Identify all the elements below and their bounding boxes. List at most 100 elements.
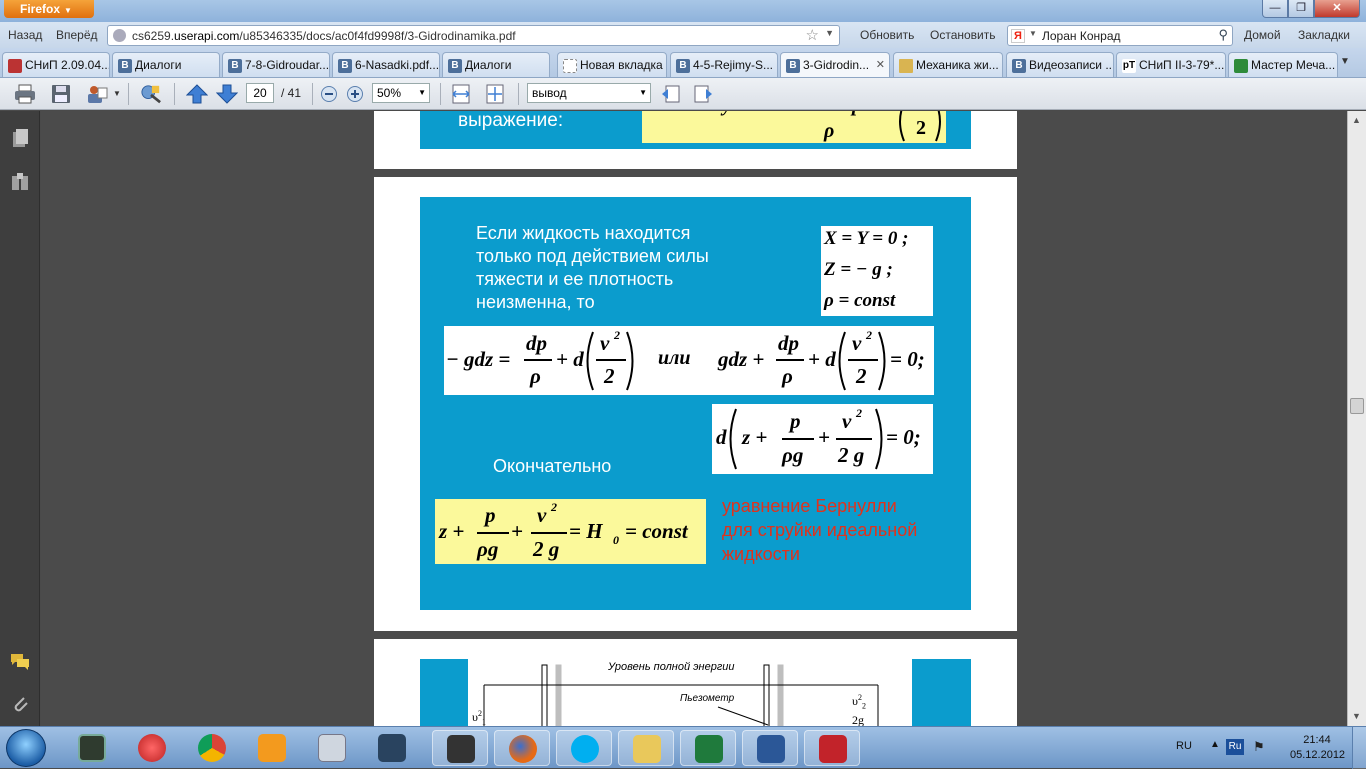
frac-dp: dp [526, 331, 547, 355]
toolbar-separator [128, 83, 129, 105]
tab-label: Диалоги [135, 58, 182, 72]
pdf-page-20: Если жидкость находится только под дейст… [374, 177, 1017, 631]
search-input[interactable]: Лоран Конрад [1042, 29, 1121, 43]
url-bar[interactable]: cs6259.userapi.com/u85346335/docs/ac0f4f… [107, 25, 840, 46]
snip-icon [8, 59, 22, 73]
superscript: 2 [856, 406, 862, 420]
home-button[interactable]: Домой [1244, 28, 1281, 42]
show-desktop-button[interactable] [1352, 727, 1366, 769]
next-page-icon[interactable] [216, 84, 238, 104]
zoom-select[interactable]: 50% ▼ [372, 83, 430, 103]
intro-line: Если жидкость находится [476, 223, 691, 243]
reload-button[interactable]: Обновить [860, 28, 914, 42]
autocad-icon [819, 735, 847, 763]
taskbar-app-skype[interactable] [556, 730, 612, 766]
find-next-icon[interactable] [692, 84, 714, 104]
svg-text:2: 2 [916, 117, 926, 139]
tab-label: 4-5-Rejimy-S... [693, 58, 774, 72]
scroll-down-icon[interactable]: ▼ [1352, 711, 1361, 721]
tab-new[interactable]: Новая вкладка [557, 52, 667, 77]
share-icon[interactable] [86, 84, 108, 104]
back-button[interactable]: Назад [8, 28, 42, 42]
tab-dialogs-1[interactable]: В Диалоги [112, 52, 220, 77]
zoom-out-icon[interactable] [320, 84, 338, 104]
scroll-up-icon[interactable]: ▲ [1352, 115, 1361, 125]
start-button[interactable] [6, 729, 46, 767]
attachments-icon[interactable] [9, 693, 31, 715]
condition-rho: ρ = const [824, 290, 896, 311]
previous-page-icon[interactable] [186, 84, 208, 104]
tab-rejimy[interactable]: В 4-5-Rejimy-S... [670, 52, 778, 77]
share-dropdown-icon[interactable]: ▼ [113, 89, 121, 98]
url-dropdown-icon[interactable]: ▼ [825, 28, 834, 38]
tab-gidroudar[interactable]: В 7-8-Gidroudar... [222, 52, 330, 77]
search-box[interactable]: Я ▼ Лоран Конрад ⚲ [1007, 25, 1233, 46]
close-button[interactable]: ✕ [1314, 0, 1360, 18]
diagram-title: Уровень полной энергии [608, 661, 735, 673]
maximize-button[interactable]: ❐ [1288, 0, 1314, 18]
page-number-input[interactable]: 20 [246, 83, 274, 103]
fit-page-icon[interactable] [484, 84, 506, 104]
tab-nasadki[interactable]: В 6-Nasadki.pdf... [332, 52, 440, 77]
search-icon[interactable]: ⚲ [1218, 27, 1228, 43]
equals-zero: = 0; [890, 347, 925, 371]
taskbar-app-autocad[interactable] [804, 730, 860, 766]
scrollbar-thumb[interactable] [1350, 398, 1364, 414]
vk-icon: В [1012, 59, 1026, 73]
zoom-in-icon[interactable] [346, 84, 364, 104]
find-previous-icon[interactable] [660, 84, 682, 104]
tab-snip-ii-3-79[interactable]: рТ СНиП II-3-79*... [1116, 52, 1226, 77]
taskbar-app-firefox[interactable] [494, 730, 550, 766]
taskbar-app-explorer[interactable] [618, 730, 674, 766]
tab-dialogs-2[interactable]: В Диалоги [442, 52, 550, 77]
list-all-tabs-icon[interactable]: ▼ [1340, 56, 1350, 67]
taskbar-app-chrome[interactable] [184, 730, 240, 766]
search-engine-dropdown-icon[interactable]: ▼ [1029, 29, 1037, 38]
stop-button[interactable]: Остановить [930, 28, 996, 42]
input-method-indicator[interactable]: Ru [1226, 739, 1244, 755]
fit-width-icon[interactable] [450, 84, 472, 104]
taskbar-app-excel[interactable] [680, 730, 736, 766]
pdf-document-area[interactable]: выражение: Xdx + Ydy + Zdz ρ dp + d 2 Ес… [41, 111, 1347, 726]
firefox-menu-button[interactable]: Firefox ▼ [4, 0, 94, 18]
taskbar-app-word[interactable] [742, 730, 798, 766]
tab-gidrodinamika[interactable]: В 3-Gidrodin... ✕ [780, 52, 890, 77]
tab-sword-master[interactable]: Мастер Меча... [1228, 52, 1338, 77]
print-icon[interactable] [14, 84, 36, 104]
fraction-bar [836, 438, 872, 440]
formula-fragment: Xdx + Ydy + Zdz ρ dp + d 2 [645, 111, 941, 142]
action-center-flag-icon[interactable]: ⚑ [1253, 739, 1265, 755]
tab-label: 6-Nasadki.pdf... [355, 58, 440, 72]
clock[interactable]: 21:44 05.12.2012 [1290, 733, 1346, 763]
page-thumbnails-icon[interactable] [9, 127, 31, 149]
tab-mechanics-folder[interactable]: Механика жи... [893, 52, 1003, 77]
bookmarks-panel-icon[interactable] [9, 171, 31, 193]
taskbar-app-media-player[interactable] [244, 730, 300, 766]
comments-icon[interactable] [9, 651, 31, 673]
save-icon[interactable] [50, 84, 72, 104]
tools-icon[interactable] [140, 84, 162, 104]
taskbar-app-kmplayer[interactable] [364, 730, 420, 766]
navigation-bar: Назад Вперёд cs6259.userapi.com/u8534633… [0, 22, 1366, 48]
taskbar-app-ccleaner[interactable] [124, 730, 180, 766]
minimize-button[interactable]: — [1262, 0, 1288, 18]
chevron-down-icon: ▼ [639, 88, 647, 97]
vk-icon: В [448, 59, 462, 73]
forward-button[interactable]: Вперёд [56, 28, 98, 42]
taskbar-app-calculator[interactable] [304, 730, 360, 766]
bookmarks-button[interactable]: Закладки [1298, 28, 1350, 42]
vertical-scrollbar[interactable]: ▲ ▼ [1347, 111, 1366, 726]
bookmark-star-icon[interactable]: ☆ [806, 26, 819, 44]
close-tab-icon[interactable]: ✕ [876, 58, 885, 71]
find-input[interactable]: вывод ▼ [527, 83, 651, 103]
fraction-bar [776, 359, 804, 361]
show-hidden-icons-icon[interactable]: ▲ [1210, 739, 1220, 750]
tab-snip-2-09-04[interactable]: СНиП 2.09.04... [2, 52, 110, 77]
tab-videos[interactable]: В Видеозаписи ... [1006, 52, 1114, 77]
clock-date: 05.12.2012 [1290, 749, 1346, 761]
yandex-icon[interactable]: Я [1011, 29, 1025, 43]
site-identity-icon[interactable] [113, 29, 126, 42]
taskbar-app-321[interactable] [432, 730, 488, 766]
language-indicator[interactable]: RU [1176, 740, 1192, 752]
taskbar-app-terminal[interactable] [64, 730, 120, 766]
